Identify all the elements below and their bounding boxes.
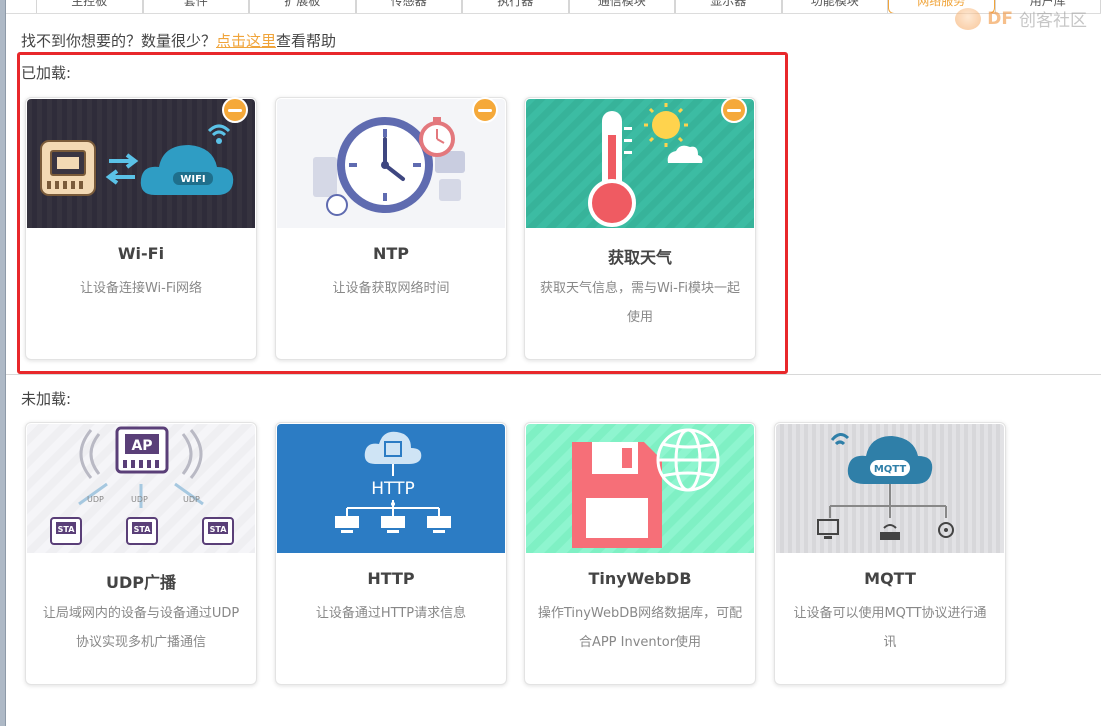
card-wifi[interactable]: WIFI Wi-Fi 让设备连接Wi-Fi网络 xyxy=(25,97,257,360)
card-http[interactable]: HTTP HTTP 让设备通过HTTP请求信息 xyxy=(275,422,507,685)
remove-weather-button[interactable] xyxy=(721,97,747,123)
card-description: 获取天气信息，需与Wi-Fi模块一起使用 xyxy=(539,281,740,325)
minus-icon xyxy=(228,108,242,112)
card-title: HTTP xyxy=(367,569,415,588)
card-udp[interactable]: AP UDP UDP UDP STA STA STA UDP广播 让局域网内的设… xyxy=(25,422,257,685)
card-title: Wi-Fi xyxy=(117,244,165,263)
watermark-brand: DF xyxy=(987,8,1013,29)
help-suffix: 查看帮助 xyxy=(276,32,337,50)
sta-label: STA xyxy=(210,525,228,534)
category-tabbar: 主控板 套件 扩展板 传感器 执行器 通信模块 显示器 功能模块 网络服务 用户… xyxy=(6,0,1101,14)
help-link[interactable]: 点击这里 xyxy=(216,32,276,50)
section-divider xyxy=(6,374,1101,375)
help-text: 找不到你想要的？数量很少？点击这里查看帮助 xyxy=(21,30,336,51)
minus-icon xyxy=(727,108,741,112)
tab-function-module[interactable]: 功能模块 xyxy=(781,0,888,13)
card-description: 操作TinyWebDB网络数据库，可配合APP Inventor使用 xyxy=(537,606,743,650)
card-description: 让设备连接Wi-Fi网络 xyxy=(79,281,202,296)
card-title: NTP xyxy=(372,244,410,263)
sta-label: STA xyxy=(134,525,152,534)
watermark-text: 创客社区 xyxy=(1019,11,1087,31)
sta-label: STA xyxy=(58,525,76,534)
card-title: TinyWebDB xyxy=(588,569,692,588)
card-title: 获取天气 xyxy=(607,248,672,267)
tab-expansion-board[interactable]: 扩展板 xyxy=(249,0,356,13)
card-title: UDP广播 xyxy=(105,573,176,592)
card-ntp[interactable]: NTP 让设备获取网络时间 xyxy=(275,97,507,360)
tab-display[interactable]: 显示器 xyxy=(675,0,782,13)
tab-sensor[interactable]: 传感器 xyxy=(355,0,462,13)
udp-label: UDP xyxy=(131,495,148,504)
mqtt-label: MQTT xyxy=(874,464,907,475)
watermark-logo-icon xyxy=(955,7,982,30)
clock-icon xyxy=(277,99,505,228)
udp-label: UDP xyxy=(183,495,200,504)
card-tinywebdb[interactable]: TinyWebDB 操作TinyWebDB网络数据库，可配合APP Invent… xyxy=(524,422,756,685)
remove-wifi-button[interactable] xyxy=(222,97,248,123)
unloaded-section-label: 未加载: xyxy=(21,390,72,408)
ap-label: AP xyxy=(131,438,152,454)
svg-text:WIFI: WIFI xyxy=(180,174,205,185)
card-weather[interactable]: 获取天气 获取天气信息，需与Wi-Fi模块一起使用 xyxy=(524,97,756,360)
card-title: MQTT xyxy=(864,569,916,588)
card-description: 让局域网内的设备与设备通过UDP协议实现多机广播通信 xyxy=(42,606,240,650)
http-cloud-icon: HTTP xyxy=(277,424,505,553)
help-prefix: 找不到你想要的？数量很少？ xyxy=(21,32,217,50)
thermometer-sun-icon xyxy=(526,99,754,228)
card-description: 让设备通过HTTP请求信息 xyxy=(315,606,467,621)
wifi-cloud-board-icon: WIFI xyxy=(27,99,255,228)
minus-icon xyxy=(478,108,492,112)
watermark: DF 创客社区 xyxy=(955,6,1087,31)
udp-ap-sta-icon: AP UDP UDP UDP STA STA STA xyxy=(27,424,255,553)
database-globe-icon xyxy=(526,424,754,553)
tab-kit[interactable]: 套件 xyxy=(142,0,249,13)
card-mqtt[interactable]: MQTT MQTT 让设备可以使用MQTT协议进行通讯 xyxy=(774,422,1006,685)
tab-mainboard[interactable]: 主控板 xyxy=(36,0,143,13)
tab-communication[interactable]: 通信模块 xyxy=(568,0,675,13)
card-description: 让设备获取网络时间 xyxy=(332,281,450,296)
card-description: 让设备可以使用MQTT协议进行通讯 xyxy=(793,606,987,650)
window-edge xyxy=(0,0,6,726)
mqtt-cloud-icon: MQTT xyxy=(776,424,1004,553)
tab-actuator[interactable]: 执行器 xyxy=(462,0,569,13)
remove-ntp-button[interactable] xyxy=(472,97,498,123)
udp-label: UDP xyxy=(87,495,104,504)
http-label: HTTP xyxy=(371,479,415,499)
